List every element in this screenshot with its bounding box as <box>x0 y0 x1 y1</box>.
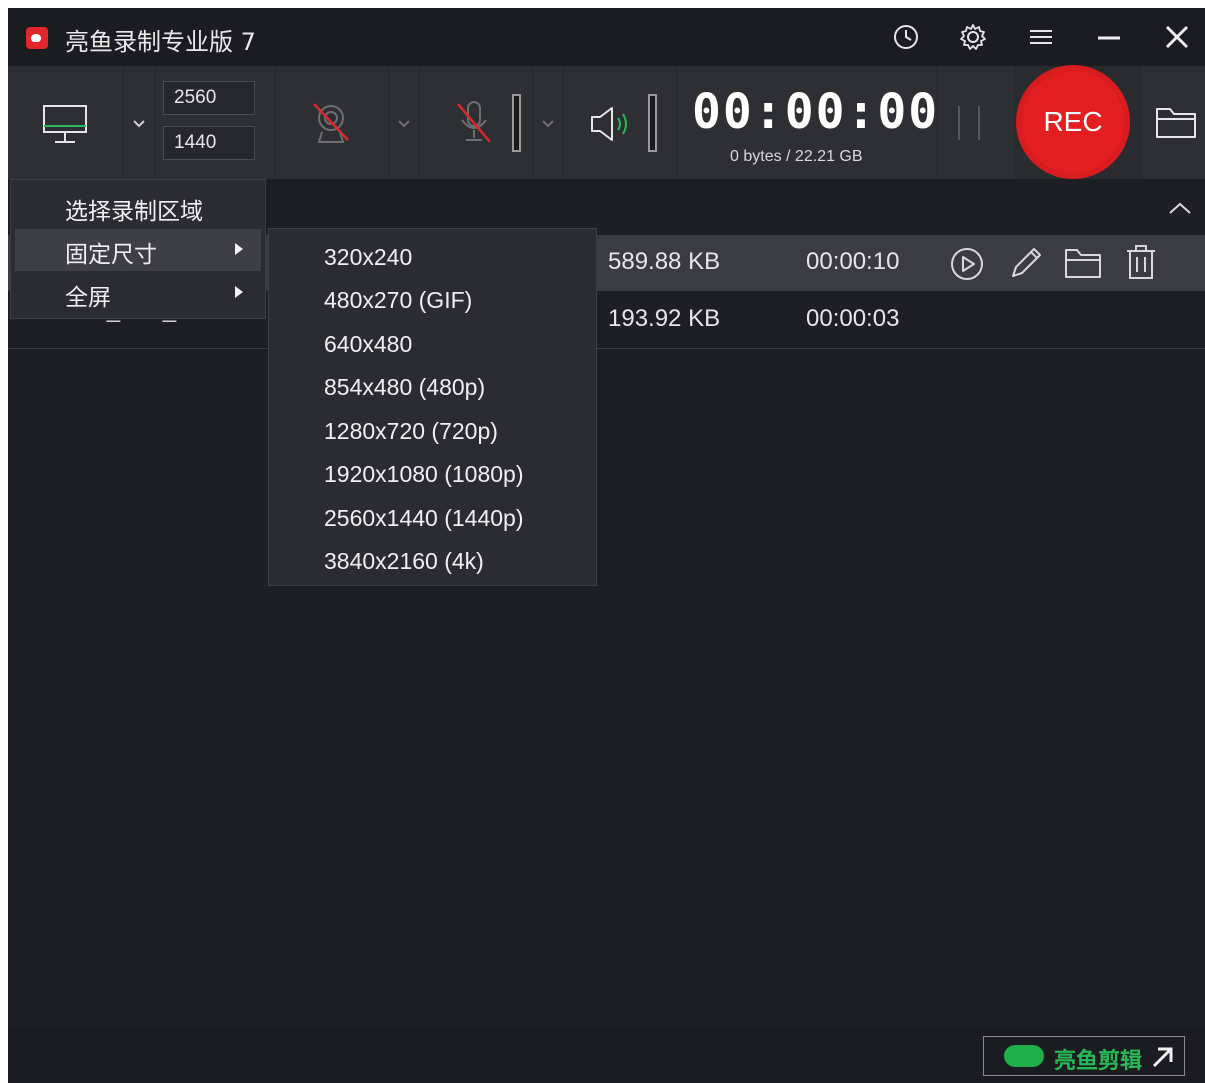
size-option-label: 3840x2160 (4k) <box>324 548 484 574</box>
submenu-arrow-icon <box>235 286 243 298</box>
size-option[interactable]: 1280x720 (720p) <box>269 409 596 452</box>
clock-icon <box>894 25 918 49</box>
recording-duration: 00:00:10 <box>806 248 900 275</box>
folder-icon[interactable] <box>1064 246 1102 280</box>
recording-timer: 00:00:00 <box>692 84 940 140</box>
storage-usage: 0 bytes / 22.21 GB <box>730 148 863 165</box>
menu-item-label: 固定尺寸 <box>65 242 157 268</box>
speaker-icon <box>591 107 627 141</box>
app-logo-icon <box>26 27 48 49</box>
edit-pencil-icon[interactable] <box>1008 245 1044 281</box>
fixed-size-submenu: 320x240 480x270 (GIF) 640x480 854x480 (4… <box>268 228 597 586</box>
footer-bar: 亮鱼剪辑 <box>8 1027 1205 1083</box>
height-input[interactable]: 1440 <box>163 126 255 160</box>
app-window: 亮鱼录制专业版 7 2560 1440 00:00:00 0 bytes / 2… <box>8 8 1205 1083</box>
trash-icon[interactable] <box>1124 243 1158 281</box>
width-input[interactable]: 2560 <box>163 81 255 115</box>
dimension-panel: 2560 1440 <box>156 66 274 179</box>
play-icon[interactable] <box>950 247 984 281</box>
hamburger-icon <box>1030 30 1052 44</box>
settings-button[interactable] <box>954 18 992 56</box>
webcam-button[interactable] <box>276 66 388 179</box>
close-button[interactable] <box>1158 18 1196 56</box>
menu-button[interactable] <box>1022 18 1060 56</box>
close-icon <box>1165 25 1189 49</box>
size-option[interactable]: 1920x1080 (1080p) <box>269 452 596 495</box>
app-title: 亮鱼录制专业版 7 <box>65 28 256 56</box>
recording-size: 589.88 KB <box>608 248 721 275</box>
size-option[interactable]: 854x480 (480p) <box>269 365 596 408</box>
chevron-down-icon <box>398 120 410 128</box>
size-option[interactable]: 640x480 <box>269 322 596 365</box>
external-arrow-icon <box>1152 1047 1173 1068</box>
menu-item-label: 全屏 <box>65 285 111 311</box>
size-option[interactable]: 3840x2160 (4k) <box>269 539 596 582</box>
size-option-label: 320x240 <box>324 244 413 270</box>
system-audio-button[interactable] <box>564 66 676 179</box>
size-option-label: 1280x720 (720p) <box>324 418 498 444</box>
screen-source-dropdown[interactable] <box>124 66 154 179</box>
size-option-label: 854x480 (480p) <box>324 374 486 400</box>
microphone-dropdown[interactable] <box>534 66 562 179</box>
record-area-menu: 选择录制区域 固定尺寸 全屏 <box>10 179 266 319</box>
recording-duration: 00:00:03 <box>806 305 900 332</box>
history-button[interactable] <box>887 18 925 56</box>
title-bar: 亮鱼录制专业版 7 <box>8 8 1205 66</box>
folder-icon <box>1156 108 1196 138</box>
brand-logo-icon <box>1004 1045 1044 1067</box>
webcam-off-icon <box>313 103 349 143</box>
submenu-arrow-icon <box>235 243 243 255</box>
menu-item-label: 选择录制区域 <box>65 199 203 225</box>
open-folder-button[interactable] <box>1142 66 1205 179</box>
size-option-label: 1920x1080 (1080p) <box>324 461 524 487</box>
menu-item-select-area[interactable]: 选择录制区域 <box>11 186 265 228</box>
rec-label: REC <box>1043 106 1103 137</box>
menu-item-fullscreen[interactable]: 全屏 <box>11 272 265 314</box>
screen-source-button[interactable] <box>8 66 122 179</box>
recording-size: 193.92 KB <box>608 305 721 332</box>
gear-icon <box>960 24 986 50</box>
editor-promo-button[interactable]: 亮鱼剪辑 <box>983 1036 1185 1076</box>
menu-item-fixed-size[interactable]: 固定尺寸 <box>15 229 261 271</box>
monitor-icon <box>43 105 87 143</box>
microphone-off-icon <box>457 101 491 143</box>
mic-level-meter <box>512 94 521 152</box>
collapse-chevron-up-icon[interactable] <box>1168 201 1192 215</box>
size-option-label: 2560x1440 (1440p) <box>324 505 524 531</box>
size-option[interactable]: 480x270 (GIF) <box>269 278 596 321</box>
minimize-icon <box>1098 36 1120 40</box>
size-option-label: 640x480 <box>324 331 413 357</box>
chevron-down-icon <box>133 120 145 128</box>
pause-button[interactable] <box>958 106 980 140</box>
minimize-button[interactable] <box>1090 18 1128 56</box>
size-option-label: 480x270 (GIF) <box>324 287 473 313</box>
brand-label: 亮鱼剪辑 <box>1054 1049 1143 1074</box>
size-option[interactable]: 2560x1440 (1440p) <box>269 496 596 539</box>
microphone-button[interactable] <box>420 66 532 179</box>
webcam-dropdown[interactable] <box>390 66 418 179</box>
chevron-down-icon <box>542 120 554 128</box>
rec-button[interactable]: REC <box>1016 65 1130 179</box>
size-option[interactable]: 320x240 <box>269 235 596 278</box>
speaker-level-meter <box>648 94 657 152</box>
